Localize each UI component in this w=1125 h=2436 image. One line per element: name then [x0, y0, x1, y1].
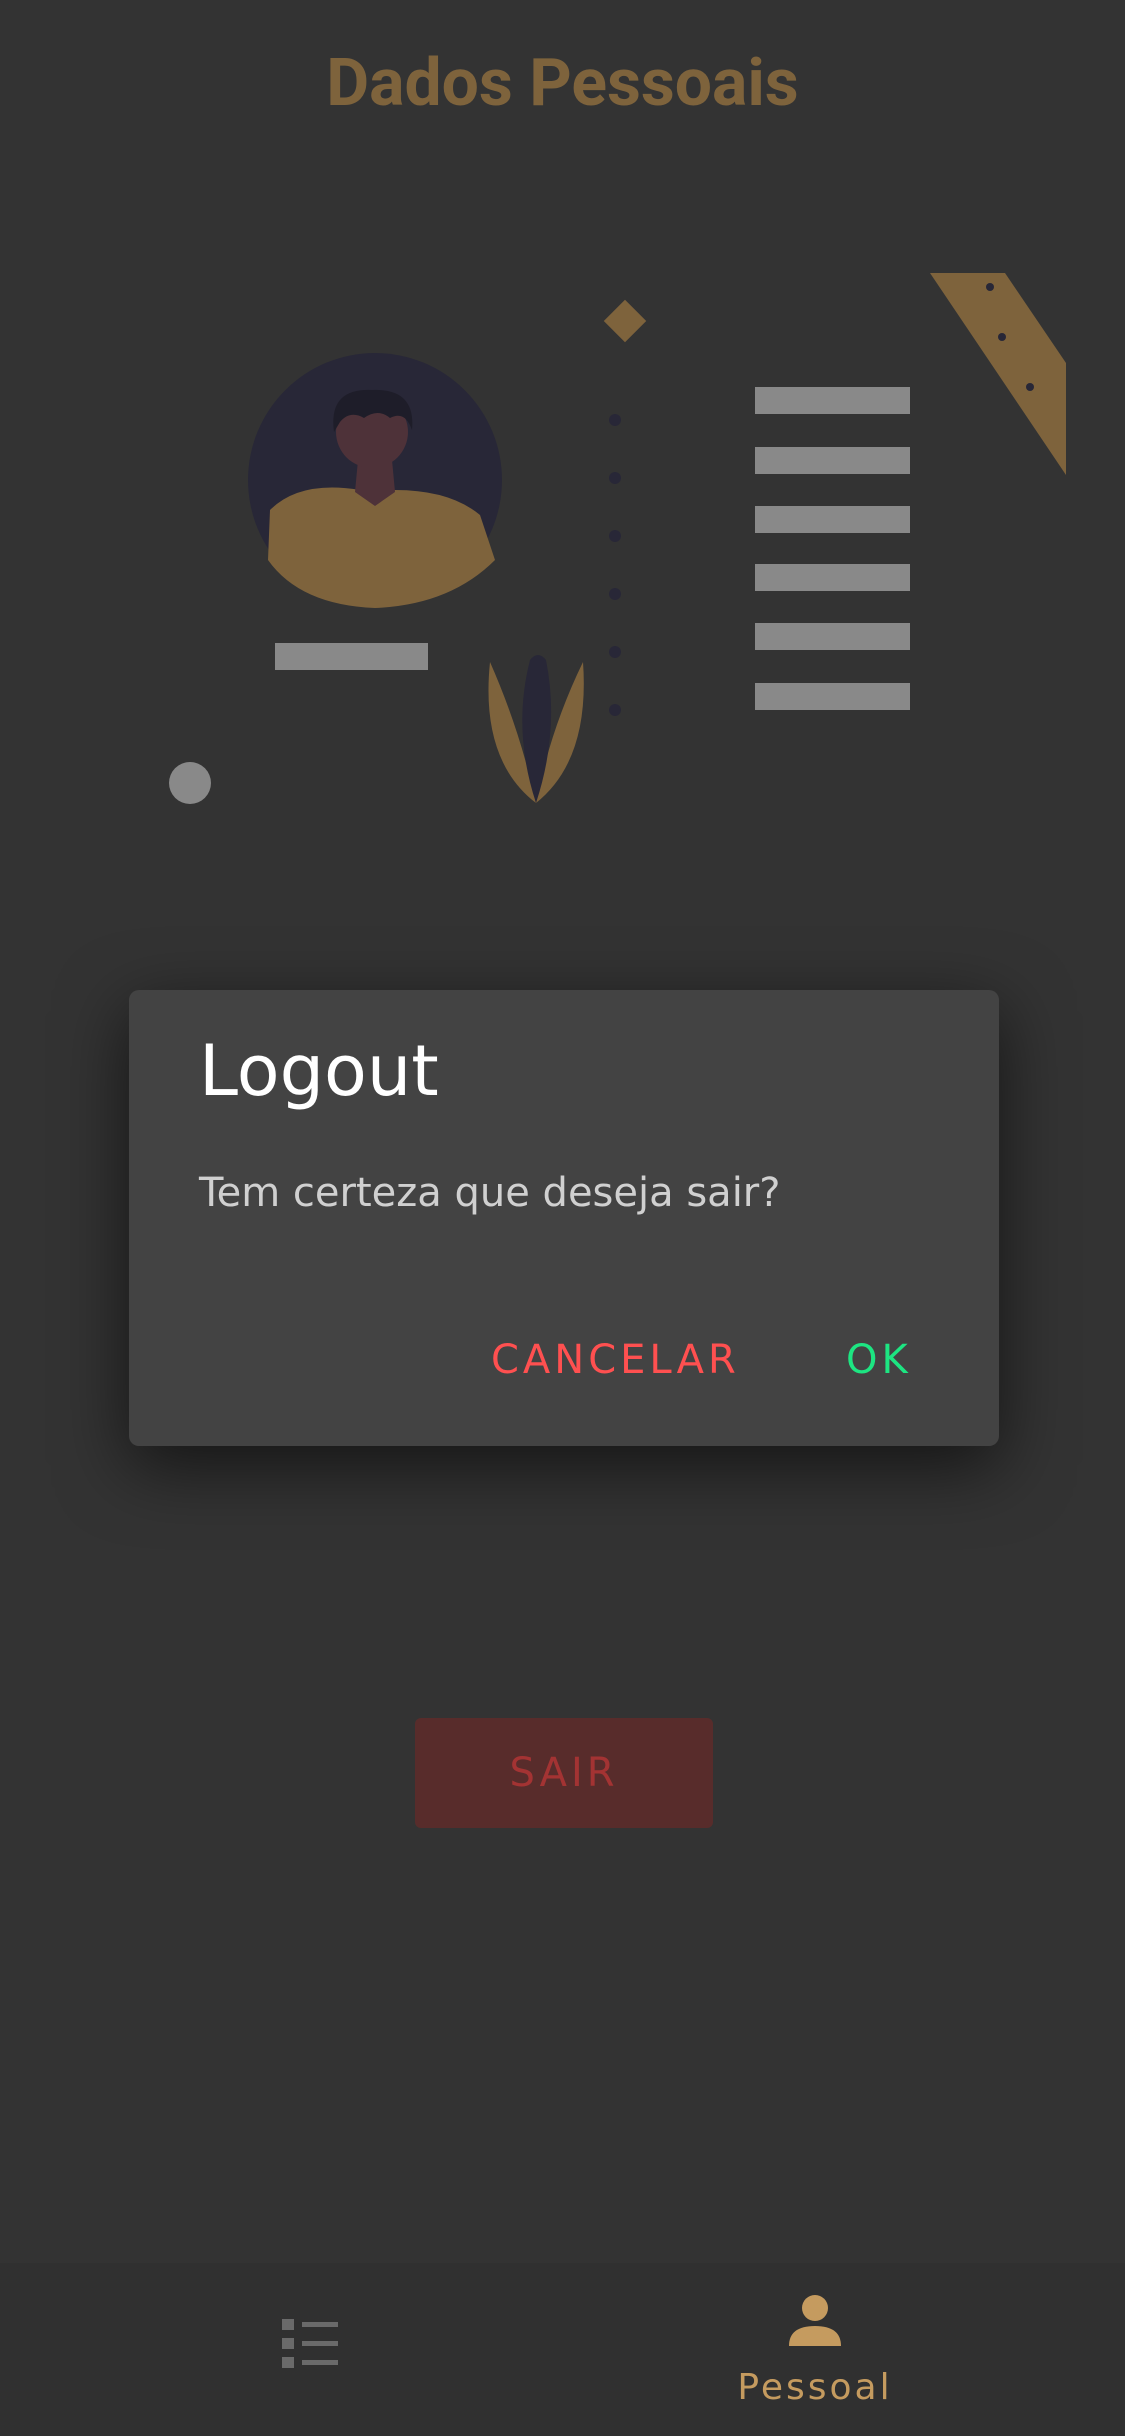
logout-dialog: Logout Tem certeza que deseja sair? CANC…: [129, 990, 999, 1446]
nav-item-list[interactable]: [110, 2263, 510, 2436]
dialog-message: Tem certeza que deseja sair?: [199, 1170, 781, 1216]
cancel-button[interactable]: CANCELAR: [481, 1325, 750, 1395]
nav-label-personal: Pessoal: [737, 2367, 893, 2408]
bottom-navigation: Pessoal: [0, 2263, 1125, 2436]
person-icon: [789, 2295, 841, 2346]
dialog-title: Logout: [199, 1030, 439, 1112]
list-icon: [282, 2319, 338, 2368]
nav-item-personal[interactable]: Pessoal: [615, 2263, 1015, 2436]
ok-button[interactable]: OK: [836, 1325, 922, 1395]
